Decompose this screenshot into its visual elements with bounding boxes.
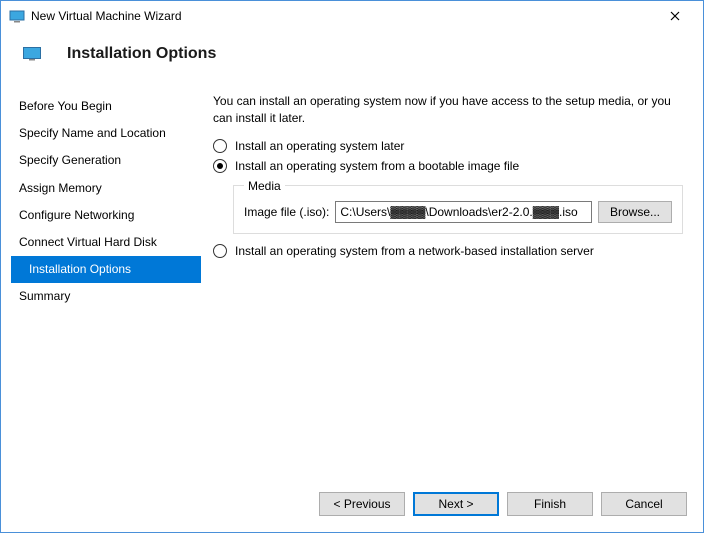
- sidebar-item-specify-generation[interactable]: Specify Generation: [11, 147, 201, 174]
- option-install-later-label: Install an operating system later: [235, 139, 404, 153]
- app-icon: [9, 8, 25, 24]
- sidebar-item-before-you-begin[interactable]: Before You Begin: [11, 93, 201, 120]
- media-legend: Media: [244, 179, 285, 193]
- radio-icon: [213, 139, 227, 153]
- option-install-from-image-label: Install an operating system from a boota…: [235, 159, 519, 173]
- radio-icon: [213, 244, 227, 258]
- sidebar-item-configure-networking[interactable]: Configure Networking: [11, 202, 201, 229]
- main-panel: You can install an operating system now …: [201, 85, 701, 474]
- media-group: Media Image file (.iso): Browse...: [233, 179, 683, 234]
- sidebar-item-summary[interactable]: Summary: [11, 283, 201, 310]
- browse-button[interactable]: Browse...: [598, 201, 672, 223]
- footer: < Previous Next > Finish Cancel: [1, 474, 703, 532]
- finish-button[interactable]: Finish: [507, 492, 593, 516]
- media-row: Image file (.iso): Browse...: [244, 201, 672, 223]
- radio-icon: [213, 159, 227, 173]
- sidebar-item-specify-name[interactable]: Specify Name and Location: [11, 120, 201, 147]
- close-button[interactable]: [655, 2, 695, 30]
- sidebar-item-connect-vhd[interactable]: Connect Virtual Hard Disk: [11, 229, 201, 256]
- previous-button[interactable]: < Previous: [319, 492, 405, 516]
- option-install-from-network[interactable]: Install an operating system from a netwo…: [213, 244, 683, 258]
- option-install-later[interactable]: Install an operating system later: [213, 139, 683, 153]
- monitor-icon: [23, 47, 41, 61]
- page-title: Installation Options: [67, 45, 216, 63]
- sidebar-item-assign-memory[interactable]: Assign Memory: [11, 175, 201, 202]
- image-file-input[interactable]: [335, 201, 592, 223]
- wizard-body: Before You Begin Specify Name and Locati…: [1, 85, 703, 474]
- cancel-button[interactable]: Cancel: [601, 492, 687, 516]
- option-install-from-network-label: Install an operating system from a netwo…: [235, 244, 594, 258]
- option-install-from-image[interactable]: Install an operating system from a boota…: [213, 159, 683, 173]
- wizard-window: New Virtual Machine Wizard Installation …: [0, 0, 704, 533]
- sidebar: Before You Begin Specify Name and Locati…: [3, 85, 201, 474]
- window-title: New Virtual Machine Wizard: [31, 9, 655, 23]
- intro-text: You can install an operating system now …: [213, 93, 683, 127]
- image-file-label: Image file (.iso):: [244, 205, 329, 219]
- titlebar: New Virtual Machine Wizard: [1, 1, 703, 31]
- next-button[interactable]: Next >: [413, 492, 499, 516]
- sidebar-item-installation-options[interactable]: Installation Options: [11, 256, 201, 283]
- wizard-header: Installation Options: [1, 31, 703, 85]
